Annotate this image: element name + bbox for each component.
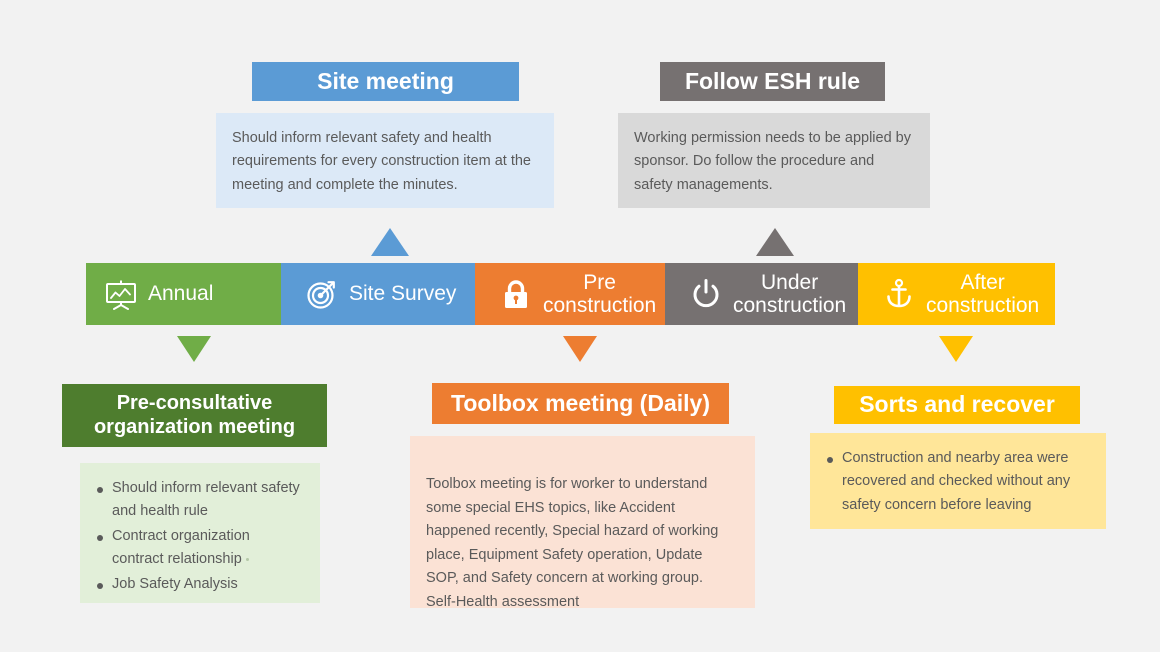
connector-triangle-toolbox-meeting bbox=[563, 336, 597, 362]
callout-text-follow-esh-rule: Working permission needs to be applied b… bbox=[634, 130, 912, 193]
bullet-list-sorts-and-recover: Construction and nearby area were recove… bbox=[826, 447, 1090, 517]
list-item: Job Safety Analysis bbox=[96, 573, 304, 596]
lock-icon bbox=[499, 277, 533, 311]
callout-body-site-meeting: Should inform relevant safety and health… bbox=[216, 113, 554, 208]
callout-header-toolbox-meeting: Toolbox meeting (Daily) bbox=[432, 383, 729, 424]
connector-triangle-sorts-and-recover bbox=[939, 336, 973, 362]
list-item: Construction and nearby area were recove… bbox=[826, 447, 1090, 517]
callout-header-follow-esh-rule: Follow ESH rule bbox=[660, 62, 885, 101]
process-step-label-pre-construction: Pre construction bbox=[543, 270, 657, 317]
trailing-dot-marker bbox=[245, 558, 249, 562]
callout-header-pre-consultative: Pre-consultative organization meeting bbox=[62, 384, 327, 447]
target-icon bbox=[305, 277, 339, 311]
connector-triangle-follow-esh-rule bbox=[756, 228, 794, 256]
power-icon bbox=[689, 277, 723, 311]
process-bar: Annual Site Survey Pre construction Unde… bbox=[86, 263, 1055, 325]
callout-text-toolbox-meeting: Toolbox meeting is for worker to underst… bbox=[426, 476, 719, 610]
process-step-label-after-construction: After construction bbox=[926, 270, 1040, 317]
process-step-under-construction[interactable]: Under construction bbox=[665, 263, 858, 325]
process-step-label-annual: Annual bbox=[148, 282, 214, 306]
callout-title-toolbox-meeting: Toolbox meeting (Daily) bbox=[451, 389, 710, 416]
bullet-list-pre-consultative: Should inform relevant safety and health… bbox=[96, 477, 304, 596]
anchor-icon bbox=[882, 277, 916, 311]
callout-title-sorts-and-recover: Sorts and recover bbox=[859, 391, 1055, 418]
presentation-board-icon bbox=[104, 277, 138, 311]
process-step-label-under-construction: Under construction bbox=[733, 270, 847, 317]
callout-header-site-meeting: Site meeting bbox=[252, 62, 519, 101]
process-step-after-construction[interactable]: After construction bbox=[858, 263, 1055, 325]
diagram-canvas: Site meeting Should inform relevant safe… bbox=[0, 0, 1160, 652]
callout-header-sorts-and-recover: Sorts and recover bbox=[834, 386, 1080, 424]
connector-triangle-pre-consultative bbox=[177, 336, 211, 362]
callout-text-site-meeting: Should inform relevant safety and health… bbox=[232, 130, 531, 193]
callout-title-pre-consultative: Pre-consultative organization meeting bbox=[93, 391, 296, 438]
connector-triangle-site-meeting bbox=[371, 228, 409, 256]
callout-body-follow-esh-rule: Working permission needs to be applied b… bbox=[618, 113, 930, 208]
callout-title-site-meeting: Site meeting bbox=[317, 67, 454, 94]
process-step-annual[interactable]: Annual bbox=[86, 263, 281, 325]
list-item: Should inform relevant safety and health… bbox=[96, 477, 304, 524]
process-step-site-survey[interactable]: Site Survey bbox=[281, 263, 475, 325]
callout-body-pre-consultative: Should inform relevant safety and health… bbox=[80, 463, 320, 603]
callout-body-sorts-and-recover: Construction and nearby area were recove… bbox=[810, 433, 1106, 529]
callout-body-toolbox-meeting: Toolbox meeting is for worker to underst… bbox=[410, 436, 755, 610]
process-step-pre-construction[interactable]: Pre construction bbox=[475, 263, 665, 325]
list-item: Contract organization contract relations… bbox=[96, 525, 304, 572]
process-step-label-site-survey: Site Survey bbox=[349, 282, 457, 306]
callout-title-follow-esh-rule: Follow ESH rule bbox=[684, 67, 861, 94]
